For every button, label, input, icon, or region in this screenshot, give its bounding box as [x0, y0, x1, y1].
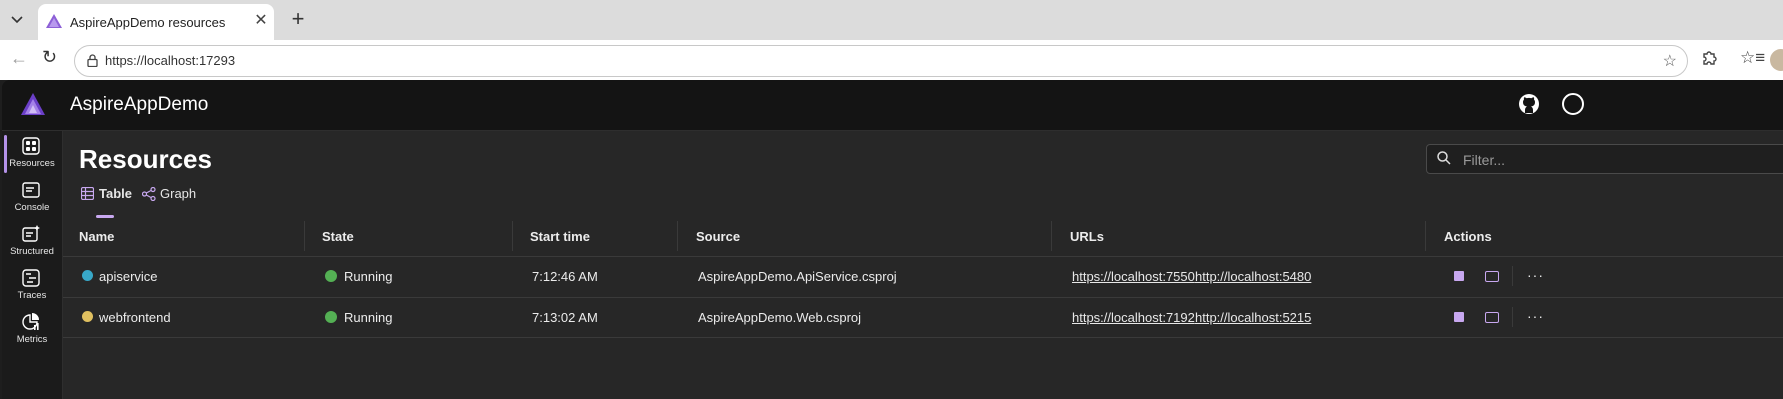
col-header-urls[interactable]: URLs [1070, 229, 1104, 244]
page-title: Resources [79, 144, 212, 174]
filter-box[interactable] [1426, 144, 1783, 174]
main-content: Resources Table Graph Name State [63, 131, 1783, 399]
resource-state: Running [344, 310, 393, 325]
resource-start-time: 7:12:46 AM [532, 269, 598, 284]
help-icon[interactable] [1562, 93, 1584, 115]
nav-item-structured[interactable]: Structured [2, 221, 62, 265]
console-icon [22, 181, 40, 199]
col-header-actions: Actions [1444, 229, 1492, 244]
action-divider [1512, 307, 1513, 327]
side-navigation: Resources Console Structured Traces Metr… [2, 131, 63, 399]
nav-label: Resources [9, 158, 55, 169]
resource-name[interactable]: apiservice [99, 269, 158, 284]
graph-share-icon [141, 186, 156, 206]
tab-overview-chevron-icon[interactable] [4, 6, 30, 34]
nav-label: Traces [17, 290, 47, 301]
url-link[interactable]: https://localhost:7550 [1072, 269, 1195, 284]
url-text: https://localhost:17293 [105, 53, 236, 68]
back-arrow-icon[interactable]: ← [10, 48, 28, 69]
stop-icon[interactable] [1454, 271, 1464, 281]
stop-icon[interactable] [1454, 312, 1464, 322]
column-divider[interactable] [304, 221, 305, 251]
structured-icon [22, 225, 40, 243]
resource-url-link[interactable]: https://localhost:7192 [1072, 310, 1195, 325]
project-icon [82, 270, 93, 281]
nav-item-metrics[interactable]: Metrics [2, 309, 62, 353]
column-divider[interactable] [1051, 221, 1052, 251]
nav-label: Console [14, 202, 50, 213]
search-icon [1437, 151, 1451, 170]
filter-input[interactable] [1461, 149, 1765, 171]
row-divider [63, 297, 1783, 298]
url-link[interactable]: http://localhost:5215 [1195, 310, 1311, 325]
col-header-state[interactable]: State [322, 229, 354, 244]
aspire-dashboard: AspireAppDemo Resources Console Structur… [2, 80, 1783, 399]
browser-tabstrip: AspireAppDemo resources ✕ + [0, 0, 1783, 40]
column-divider[interactable] [677, 221, 678, 251]
github-icon[interactable] [1518, 93, 1540, 120]
reload-icon[interactable]: ↻ [42, 47, 57, 68]
favorites-list-icon[interactable]: ☆≡ [1740, 48, 1765, 68]
resource-url-link[interactable]: http://localhost:5480 [1195, 269, 1311, 284]
nav-label: Metrics [16, 334, 48, 345]
traces-icon [22, 269, 40, 287]
header-divider [63, 256, 1783, 257]
console-logs-icon[interactable] [1485, 271, 1499, 282]
tab-graph-label: Graph [160, 186, 197, 201]
app-title: AspireAppDemo [70, 94, 209, 115]
resource-source: AspireAppDemo.Web.csproj [698, 310, 862, 325]
tab-close-icon[interactable]: ✕ [252, 12, 270, 30]
row-divider [63, 337, 1783, 338]
resource-start-time: 7:13:02 AM [532, 310, 598, 325]
url-link[interactable]: https://localhost:7192 [1072, 310, 1195, 325]
column-divider[interactable] [512, 221, 513, 251]
more-actions-icon[interactable]: ··· [1527, 267, 1544, 283]
nav-item-resources[interactable]: Resources [2, 133, 62, 177]
col-header-start-time[interactable]: Start time [530, 229, 590, 244]
new-tab-icon[interactable]: + [286, 7, 310, 31]
nav-item-console[interactable]: Console [2, 177, 62, 221]
profile-avatar[interactable] [1770, 49, 1783, 71]
more-actions-icon[interactable]: ··· [1527, 308, 1544, 324]
resource-url-link[interactable]: http://localhost:5215 [1195, 310, 1311, 325]
action-divider [1512, 266, 1513, 286]
resource-url-link[interactable]: https://localhost:7550 [1072, 269, 1195, 284]
app-header: AspireAppDemo [2, 80, 1783, 131]
running-check-icon [325, 311, 337, 323]
console-logs-icon[interactable] [1485, 312, 1499, 323]
selected-tab-indicator [96, 215, 114, 218]
resource-state: Running [344, 269, 393, 284]
browser-navbar: ← ↻ https://localhost:17293 ☆ ☆≡ [0, 40, 1783, 80]
col-header-name[interactable]: Name [79, 229, 114, 244]
metrics-icon [22, 313, 40, 331]
tab-table-label: Table [99, 186, 132, 201]
favorite-star-icon[interactable]: ☆ [1663, 51, 1677, 71]
nav-label: Structured [10, 246, 54, 257]
aspire-favicon-icon [46, 14, 62, 33]
extensions-puzzle-icon[interactable] [1700, 49, 1718, 72]
address-bar[interactable]: https://localhost:17293 ☆ [74, 45, 1688, 77]
running-check-icon [325, 270, 337, 282]
grid-icon [22, 137, 40, 155]
browser-tab[interactable]: AspireAppDemo resources ✕ [38, 4, 274, 40]
resource-name[interactable]: webfrontend [99, 310, 171, 325]
lock-icon [87, 54, 98, 72]
nav-item-traces[interactable]: Traces [2, 265, 62, 309]
col-header-source[interactable]: Source [696, 229, 740, 244]
url-link[interactable]: http://localhost:5480 [1195, 269, 1311, 284]
tab-title: AspireAppDemo resources [70, 15, 226, 30]
column-divider[interactable] [1425, 221, 1426, 251]
aspire-logo-icon[interactable] [20, 92, 46, 121]
table-grid-icon [80, 186, 95, 205]
project-icon [82, 311, 93, 322]
resource-source: AspireAppDemo.ApiService.csproj [698, 269, 897, 284]
